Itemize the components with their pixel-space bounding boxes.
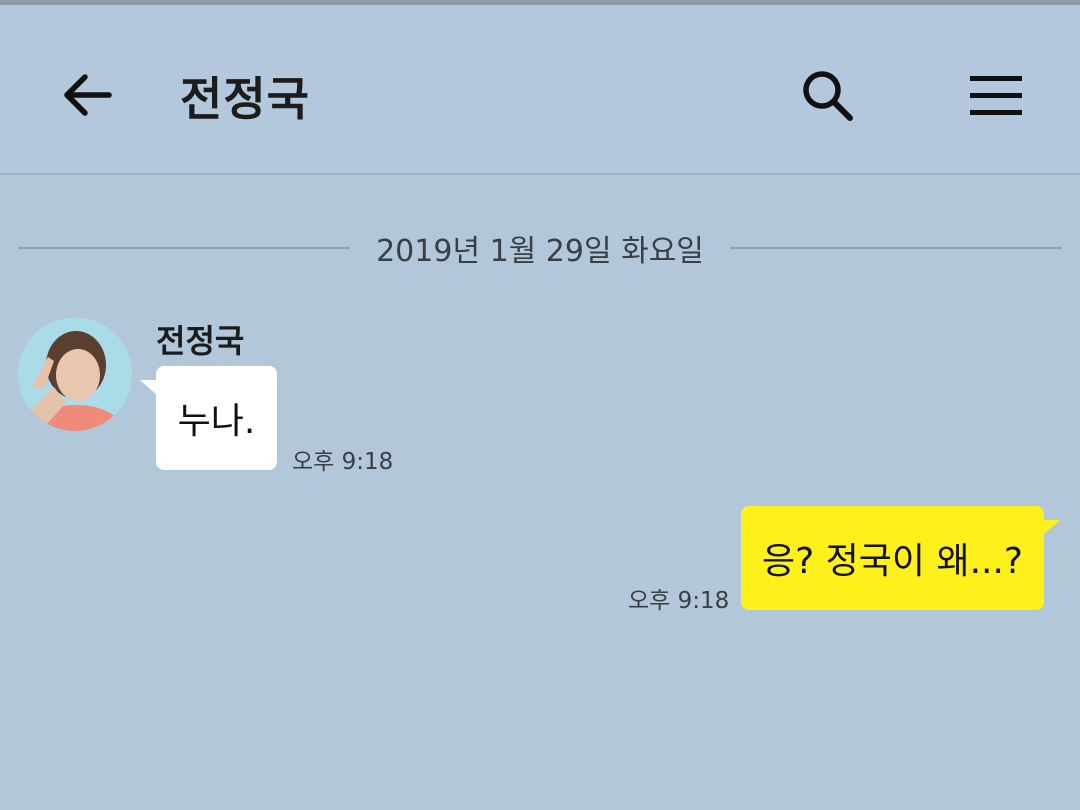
message-timestamp: 오후 9:18 [292,449,394,475]
incoming-message-bubble[interactable]: 누나. [140,366,277,470]
hamburger-menu-icon [970,76,1022,115]
date-divider: 2019년 1월 29일 화요일 [18,228,1063,269]
sender-name: 전정국 [156,322,245,360]
divider-line-right [729,247,1063,249]
chat-header: 전정국 [0,5,1080,175]
date-label: 2019년 1월 29일 화요일 [376,234,704,269]
outgoing-message-bubble[interactable]: 응? 정국이 왜...? [741,506,1060,610]
message-timestamp: 오후 9:18 [628,588,730,614]
message-text: 응? 정국이 왜...? [761,541,1024,582]
divider-line-left [18,247,351,249]
avatar[interactable] [18,317,132,431]
profile-photo [18,317,132,431]
chat-title: 전정국 [180,72,310,126]
search-button[interactable] [792,60,864,132]
menu-button[interactable] [960,60,1032,132]
message-text: 누나. [177,401,256,442]
back-button[interactable] [52,60,122,130]
arrow-left-icon [64,74,112,116]
search-icon [803,71,853,121]
